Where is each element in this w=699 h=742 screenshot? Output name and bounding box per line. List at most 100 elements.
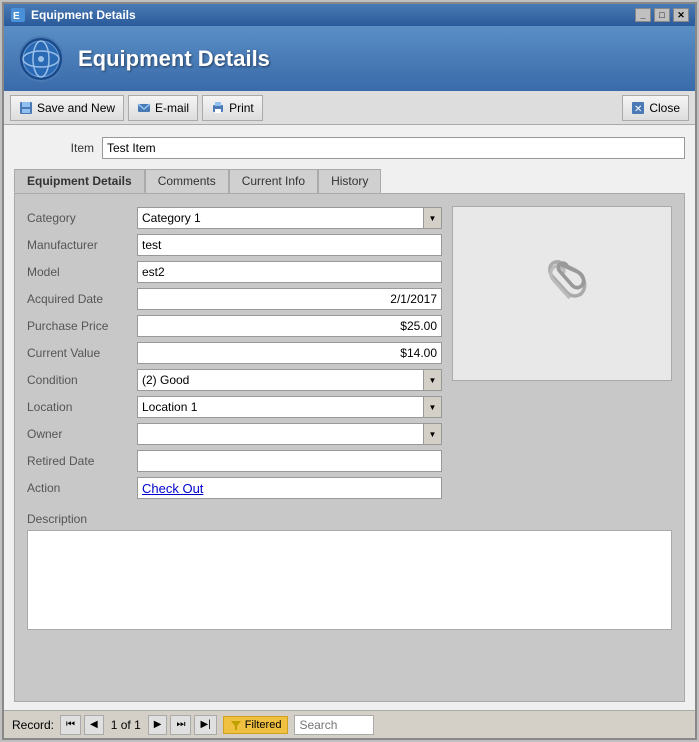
condition-select[interactable]: (2) Good ▼ bbox=[137, 369, 442, 391]
form-row-acquired-date: Acquired Date bbox=[27, 287, 442, 311]
email-label: E-mail bbox=[155, 101, 189, 115]
tab-content: Category Category 1 ▼ Manufacturer bbox=[14, 193, 685, 702]
title-bar-left: E Equipment Details bbox=[10, 7, 136, 23]
item-input[interactable] bbox=[102, 137, 685, 159]
model-label: Model bbox=[27, 265, 137, 279]
condition-dropdown-btn[interactable]: ▼ bbox=[423, 370, 441, 390]
location-value: Location 1 bbox=[138, 397, 423, 417]
form-row-model: Model bbox=[27, 260, 442, 284]
print-label: Print bbox=[229, 101, 254, 115]
content-area: Item Equipment Details Comments Current … bbox=[4, 125, 695, 710]
owner-dropdown-btn[interactable]: ▼ bbox=[423, 424, 441, 444]
close-label: Close bbox=[649, 101, 680, 115]
window-icon: E bbox=[10, 7, 26, 23]
title-bar-buttons: _ □ ✕ bbox=[635, 8, 689, 22]
minimize-button[interactable]: _ bbox=[635, 8, 651, 22]
close-icon: ✕ bbox=[631, 101, 645, 115]
description-input[interactable] bbox=[27, 530, 672, 630]
header: Equipment Details bbox=[4, 26, 695, 91]
tab-equipment-details[interactable]: Equipment Details bbox=[14, 169, 145, 193]
owner-select[interactable]: ▼ bbox=[137, 423, 442, 445]
form-row-action: Action Check Out bbox=[27, 476, 442, 500]
owner-label: Owner bbox=[27, 427, 137, 441]
header-title: Equipment Details bbox=[78, 46, 270, 72]
owner-value bbox=[138, 424, 423, 444]
form-row-owner: Owner ▼ bbox=[27, 422, 442, 446]
email-button[interactable]: E-mail bbox=[128, 95, 198, 121]
print-button[interactable]: Print bbox=[202, 95, 263, 121]
record-nav: ⏮ ◀ 1 of 1 ▶ ⏭ ▶| bbox=[60, 715, 217, 735]
model-input[interactable] bbox=[137, 261, 442, 283]
print-icon bbox=[211, 101, 225, 115]
retired-date-input[interactable] bbox=[137, 450, 442, 472]
tabs-container: Equipment Details Comments Current Info … bbox=[14, 169, 685, 702]
location-select[interactable]: Location 1 ▼ bbox=[137, 396, 442, 418]
title-bar: E Equipment Details _ □ ✕ bbox=[4, 4, 695, 26]
item-label: Item bbox=[14, 141, 94, 155]
form-fields: Category Category 1 ▼ Manufacturer bbox=[27, 206, 442, 500]
form-area: Category Category 1 ▼ Manufacturer bbox=[27, 206, 672, 500]
purchase-price-label: Purchase Price bbox=[27, 319, 137, 333]
location-dropdown-btn[interactable]: ▼ bbox=[423, 397, 441, 417]
category-select[interactable]: Category 1 ▼ bbox=[137, 207, 442, 229]
checkout-link[interactable]: Check Out bbox=[142, 481, 203, 496]
main-window: E Equipment Details _ □ ✕ Equipment Deta… bbox=[2, 2, 697, 740]
form-row-retired-date: Retired Date bbox=[27, 449, 442, 473]
save-new-button[interactable]: Save and New bbox=[10, 95, 124, 121]
current-value-input[interactable] bbox=[137, 342, 442, 364]
first-record-button[interactable]: ⏮ bbox=[60, 715, 81, 735]
next-record-button[interactable]: ▶ bbox=[148, 715, 168, 735]
item-row: Item bbox=[14, 133, 685, 163]
tab-current-info[interactable]: Current Info bbox=[229, 169, 318, 193]
description-section: Description bbox=[27, 512, 672, 633]
category-dropdown-btn[interactable]: ▼ bbox=[423, 208, 441, 228]
form-row-condition: Condition (2) Good ▼ bbox=[27, 368, 442, 392]
current-value-label: Current Value bbox=[27, 346, 137, 360]
form-row-purchase-price: Purchase Price bbox=[27, 314, 442, 338]
last-record-button[interactable]: ⏭ bbox=[170, 715, 191, 735]
purchase-price-input[interactable] bbox=[137, 315, 442, 337]
header-icon bbox=[16, 34, 66, 84]
filtered-label: Filtered bbox=[245, 719, 282, 731]
action-field: Check Out bbox=[137, 477, 442, 499]
filtered-badge: Filtered bbox=[223, 716, 289, 734]
close-window-button[interactable]: ✕ bbox=[673, 8, 689, 22]
category-label: Category bbox=[27, 211, 137, 225]
save-icon bbox=[19, 101, 33, 115]
search-input[interactable] bbox=[294, 715, 374, 735]
manufacturer-input[interactable] bbox=[137, 234, 442, 256]
acquired-date-label: Acquired Date bbox=[27, 292, 137, 306]
action-label: Action bbox=[27, 481, 137, 495]
email-icon bbox=[137, 101, 151, 115]
paperclip-icon bbox=[532, 254, 592, 334]
status-bar: Record: ⏮ ◀ 1 of 1 ▶ ⏭ ▶| Filtered bbox=[4, 710, 695, 738]
tabs-bar: Equipment Details Comments Current Info … bbox=[14, 169, 685, 193]
record-count: 1 of 1 bbox=[107, 718, 145, 732]
condition-value: (2) Good bbox=[138, 370, 423, 390]
close-button[interactable]: ✕ Close bbox=[622, 95, 689, 121]
form-row-current-value: Current Value bbox=[27, 341, 442, 365]
form-row-manufacturer: Manufacturer bbox=[27, 233, 442, 257]
image-box bbox=[452, 206, 672, 381]
category-value: Category 1 bbox=[138, 208, 423, 228]
description-label: Description bbox=[27, 512, 672, 526]
manufacturer-label: Manufacturer bbox=[27, 238, 137, 252]
form-row-category: Category Category 1 ▼ bbox=[27, 206, 442, 230]
filter-icon bbox=[230, 719, 242, 731]
tab-history[interactable]: History bbox=[318, 169, 381, 193]
condition-label: Condition bbox=[27, 373, 137, 387]
next-new-record-button[interactable]: ▶| bbox=[194, 715, 216, 735]
retired-date-label: Retired Date bbox=[27, 454, 137, 468]
acquired-date-input[interactable] bbox=[137, 288, 442, 310]
prev-record-button[interactable]: ◀ bbox=[84, 715, 104, 735]
tab-comments[interactable]: Comments bbox=[145, 169, 229, 193]
toolbar: Save and New E-mail Print ✕ Close bbox=[4, 91, 695, 125]
location-label: Location bbox=[27, 400, 137, 414]
form-row-location: Location Location 1 ▼ bbox=[27, 395, 442, 419]
svg-text:E: E bbox=[13, 11, 20, 22]
svg-text:✕: ✕ bbox=[634, 104, 642, 115]
save-new-label: Save and New bbox=[37, 101, 115, 115]
window-title: Equipment Details bbox=[31, 8, 136, 22]
maximize-button[interactable]: □ bbox=[654, 8, 670, 22]
record-label: Record: bbox=[12, 718, 54, 732]
